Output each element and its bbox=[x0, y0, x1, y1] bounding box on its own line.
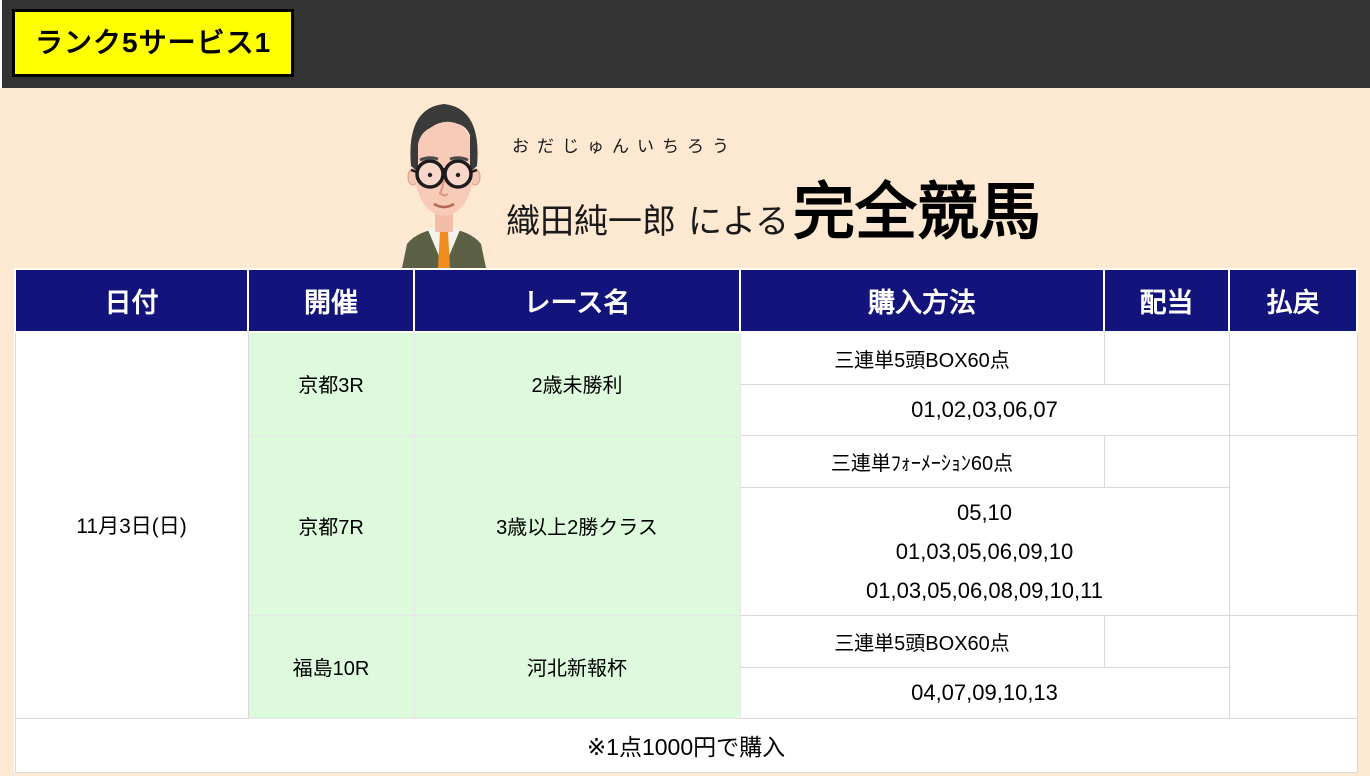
cell-method: 三連単ﾌｫｰﾒｰｼｮﾝ60点 bbox=[740, 435, 1104, 487]
author-name: 織田純一郎 bbox=[506, 194, 676, 243]
race-results-table: 日付 開催 レース名 購入方法 配当 払戻 11月3日(日) 京都3R 2歳未勝… bbox=[14, 268, 1358, 773]
cell-dividend bbox=[1104, 435, 1229, 487]
cell-venue: 京都7R bbox=[248, 435, 414, 615]
author-furigana: おだじゅんいちろう bbox=[512, 132, 1041, 157]
hero-section: おだじゅんいちろう 織田純一郎 による 完全競馬 bbox=[0, 88, 1370, 268]
cell-venue: 京都3R bbox=[248, 332, 414, 435]
cell-method: 三連単5頭BOX60点 bbox=[740, 332, 1104, 384]
header-race-name: レース名 bbox=[414, 269, 740, 332]
cell-payout bbox=[1229, 615, 1357, 718]
title-connector: による bbox=[688, 194, 789, 243]
header-payout: 払戻 bbox=[1229, 269, 1357, 332]
author-avatar bbox=[398, 92, 490, 268]
header-date: 日付 bbox=[15, 269, 248, 332]
header-purchase-method: 購入方法 bbox=[740, 269, 1104, 332]
cell-dividend bbox=[1104, 332, 1229, 384]
table-row: 11月3日(日) 京都3R 2歳未勝利 三連単5頭BOX60点 bbox=[15, 332, 1357, 384]
cell-race-name: 3歳以上2勝クラス bbox=[414, 435, 740, 615]
cell-date: 11月3日(日) bbox=[15, 332, 248, 718]
cell-race-name: 河北新報杯 bbox=[414, 615, 740, 718]
header-dividend: 配当 bbox=[1104, 269, 1229, 332]
footnote: ※1点1000円で購入 bbox=[15, 718, 1357, 772]
cell-venue: 福島10R bbox=[248, 615, 414, 718]
page-title-block: おだじゅんいちろう 織田純一郎 による 完全競馬 bbox=[506, 132, 1041, 251]
table-header-row: 日付 開催 レース名 購入方法 配当 払戻 bbox=[15, 269, 1357, 332]
rank-service-badge: ランク5サービス1 bbox=[12, 9, 294, 77]
cell-payout bbox=[1229, 332, 1357, 435]
top-bar: ランク5サービス1 bbox=[0, 0, 1370, 88]
cell-race-name: 2歳未勝利 bbox=[414, 332, 740, 435]
cell-numbers: 05,10 01,03,05,06,09,10 01,03,05,06,08,0… bbox=[740, 487, 1229, 615]
cell-numbers: 01,02,03,06,07 bbox=[740, 384, 1229, 435]
cell-payout bbox=[1229, 435, 1357, 615]
cell-dividend bbox=[1104, 615, 1229, 667]
table-footer-row: ※1点1000円で購入 bbox=[15, 718, 1357, 772]
cell-method: 三連単5頭BOX60点 bbox=[740, 615, 1104, 667]
header-venue: 開催 bbox=[248, 269, 414, 332]
page-title: 完全競馬 bbox=[793, 161, 1041, 251]
avatar-tie bbox=[438, 232, 450, 268]
rank-service-badge-label: ランク5サービス1 bbox=[35, 13, 271, 73]
cell-numbers: 04,07,09,10,13 bbox=[740, 667, 1229, 718]
